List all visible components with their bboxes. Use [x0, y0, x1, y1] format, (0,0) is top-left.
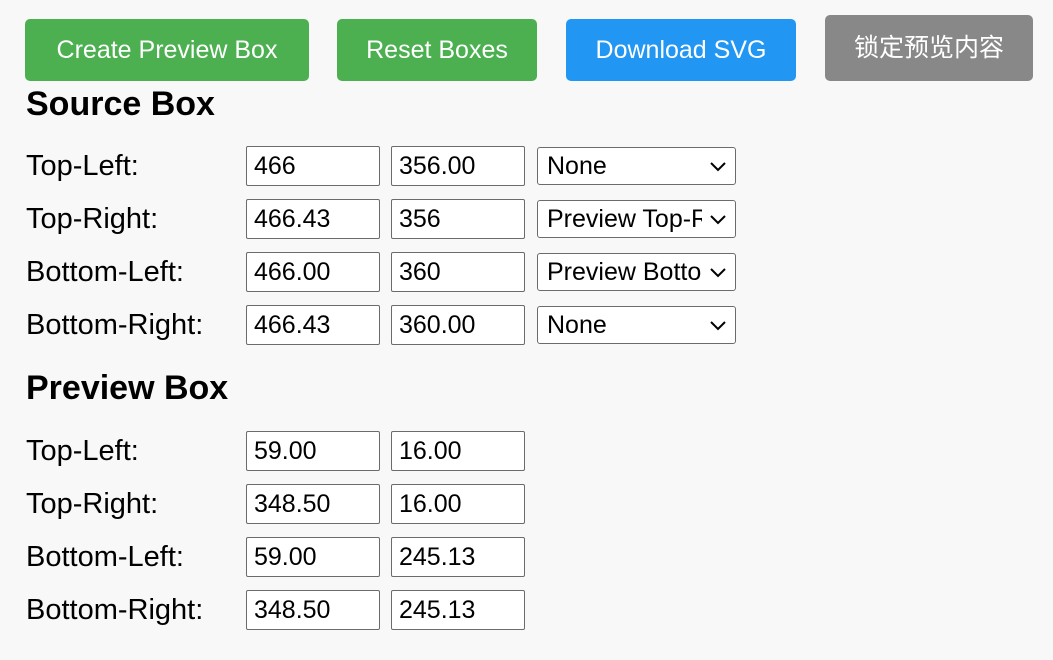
source-top-left-y-input[interactable]: 356.00 — [391, 146, 525, 186]
select-value: None — [547, 152, 607, 180]
select-value: None — [547, 311, 607, 339]
source-bottom-right-mapping-select[interactable]: None — [537, 306, 736, 344]
select-value: Preview Top-Right — [547, 205, 702, 233]
lock-preview-button[interactable]: 锁定预览内容 — [825, 15, 1033, 81]
preview-top-right-y-input[interactable]: 16.00 — [391, 484, 525, 524]
preview-bottom-right-x-input[interactable]: 348.50 — [246, 590, 380, 630]
row-label: Bottom-Left: — [26, 256, 184, 288]
source-box-title: Source Box — [26, 85, 215, 123]
row-label: Top-Right: — [26, 488, 159, 520]
source-top-right-mapping-select[interactable]: Preview Top-Right — [537, 200, 736, 238]
create-preview-box-button[interactable]: Create Preview Box — [25, 19, 309, 81]
chevron-down-icon — [710, 268, 726, 278]
source-top-left-mapping-select[interactable]: None — [537, 147, 736, 185]
source-bottom-left-x-input[interactable]: 466.00 — [246, 252, 380, 292]
chevron-down-icon — [710, 215, 726, 225]
source-top-right-x-input[interactable]: 466.43 — [246, 199, 380, 239]
preview-bottom-left-x-input[interactable]: 59.00 — [246, 537, 380, 577]
row-label: Top-Right: — [26, 203, 159, 235]
source-bottom-right-x-input[interactable]: 466.43 — [246, 305, 380, 345]
preview-top-left-x-input[interactable]: 59.00 — [246, 431, 380, 471]
row-label: Top-Left: — [26, 150, 139, 182]
preview-top-right-x-input[interactable]: 348.50 — [246, 484, 380, 524]
source-bottom-left-y-input[interactable]: 360 — [391, 252, 525, 292]
chevron-down-icon — [710, 162, 726, 172]
row-label: Bottom-Left: — [26, 541, 184, 573]
select-value: Preview Bottom-Left — [547, 258, 702, 286]
row-label: Top-Left: — [26, 435, 139, 467]
reset-boxes-button[interactable]: Reset Boxes — [337, 19, 537, 81]
row-label: Bottom-Right: — [26, 594, 204, 626]
preview-top-left-y-input[interactable]: 16.00 — [391, 431, 525, 471]
row-label: Bottom-Right: — [26, 309, 204, 341]
source-top-left-x-input[interactable]: 466 — [246, 146, 380, 186]
source-bottom-right-y-input[interactable]: 360.00 — [391, 305, 525, 345]
chevron-down-icon — [710, 321, 726, 331]
preview-box-title: Preview Box — [26, 369, 229, 407]
preview-bottom-left-y-input[interactable]: 245.13 — [391, 537, 525, 577]
download-svg-button[interactable]: Download SVG — [566, 19, 796, 81]
preview-bottom-right-y-input[interactable]: 245.13 — [391, 590, 525, 630]
source-top-right-y-input[interactable]: 356 — [391, 199, 525, 239]
source-bottom-left-mapping-select[interactable]: Preview Bottom-Left — [537, 253, 736, 291]
